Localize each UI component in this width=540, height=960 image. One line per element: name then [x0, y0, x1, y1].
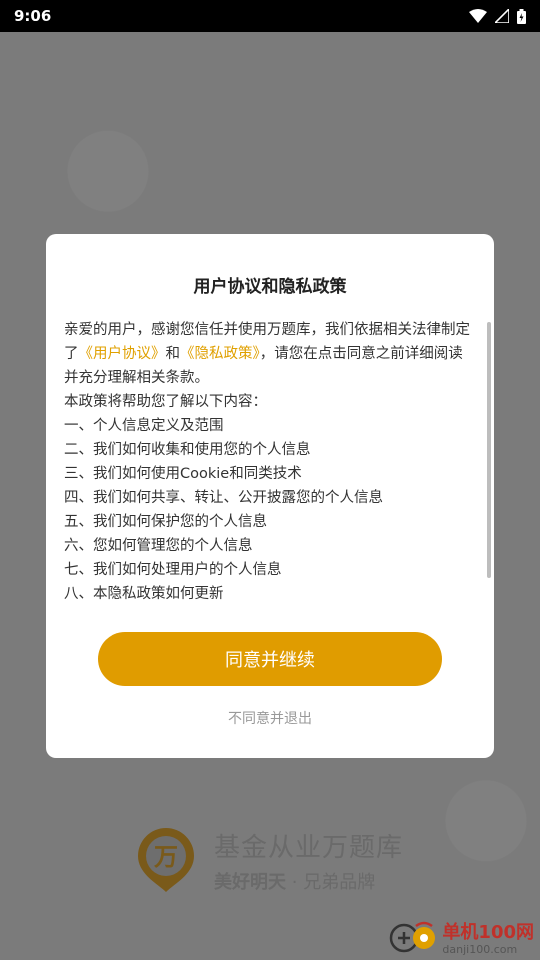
signal-icon — [495, 9, 509, 23]
list-item: 二、我们如何收集和使用您的个人信息 — [64, 442, 311, 458]
brand-logo-char: 万 — [154, 843, 178, 871]
help-line: 本政策将帮助您了解以下内容： — [64, 394, 267, 410]
brand-footer: 万 基金从业万题库 美好明天 · 兄弟品牌 — [136, 826, 403, 894]
status-icons — [469, 8, 526, 24]
brand-slogan-bold: 美好明天 — [214, 871, 286, 893]
privacy-dialog: 用户协议和隐私政策 亲爱的用户，感谢您信任并使用万题库，我们依据相关法律制定了《… — [46, 234, 494, 758]
dialog-body: 亲爱的用户，感谢您信任并使用万题库，我们依据相关法律制定了《用户协议》和《隐私政… — [64, 318, 474, 606]
list-item: 八、本隐私政策如何更新 — [64, 586, 224, 602]
brand-slogan-rest: 兄弟品牌 — [303, 871, 376, 893]
brand-logo-icon: 万 — [136, 826, 196, 894]
list-item: 三、我们如何使用Cookie和同类技术 — [64, 466, 302, 482]
watermark-url: danji100.com — [442, 942, 518, 956]
brand-text: 基金从业万题库 美好明天 · 兄弟品牌 — [214, 827, 403, 894]
list-item: 六、您如何管理您的个人信息 — [64, 538, 253, 554]
dialog-scrollbar[interactable] — [487, 322, 491, 578]
brand-name: 基金从业万题库 — [214, 832, 404, 863]
agree-button[interactable]: 同意并继续 — [98, 632, 442, 686]
battery-icon — [517, 8, 526, 24]
intro-text-and: 和 — [165, 346, 181, 362]
list-item: 五、我们如何保护您的个人信息 — [64, 514, 267, 530]
watermark: 单机100网 danji100.com — [388, 920, 534, 958]
watermark-title: 单机100网 — [442, 921, 534, 943]
brand-slogan-sep: · — [291, 871, 298, 893]
list-item: 一、个人信息定义及范围 — [64, 418, 224, 434]
decline-button[interactable]: 不同意并退出 — [46, 708, 494, 728]
wifi-icon — [469, 9, 487, 23]
status-bar: 9:06 — [0, 0, 540, 32]
watermark-logo-icon — [388, 920, 438, 958]
list-item: 七、我们如何处理用户的个人信息 — [64, 562, 282, 578]
status-time: 9:06 — [14, 7, 52, 25]
brand-slogan: 美好明天 · 兄弟品牌 — [214, 868, 403, 894]
watermark-text: 单机100网 danji100.com — [442, 921, 534, 956]
dialog-title: 用户协议和隐私政策 — [193, 277, 347, 297]
list-item: 四、我们如何共享、转让、公开披露您的个人信息 — [64, 490, 383, 506]
dialog-intro: 亲爱的用户，感谢您信任并使用万题库，我们依据相关法律制定了《用户协议》和《隐私政… — [64, 318, 474, 390]
user-agreement-link[interactable]: 《用户协议》 — [79, 346, 166, 362]
privacy-policy-link[interactable]: 《隐私政策》 — [180, 346, 260, 362]
